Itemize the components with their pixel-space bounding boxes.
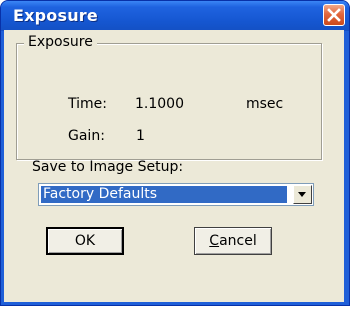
groupbox-legend: Exposure — [24, 34, 97, 50]
close-button[interactable] — [323, 4, 345, 26]
time-unit: msec — [246, 96, 284, 112]
chevron-down-icon — [298, 192, 306, 197]
cancel-mnemonic: C — [209, 233, 220, 249]
time-label: Time: — [68, 96, 107, 112]
title-bar[interactable]: Exposure — [1, 1, 349, 31]
close-icon — [327, 8, 341, 22]
dropdown-button[interactable] — [293, 185, 312, 204]
image-setup-select[interactable]: Factory Defaults — [38, 183, 314, 206]
gain-value: 1 — [136, 128, 145, 144]
ok-button[interactable]: OK — [46, 227, 124, 255]
time-value: 1.1000 — [135, 96, 184, 112]
save-setup-label: Save to Image Setup: — [32, 159, 184, 175]
cancel-button[interactable]: Cancel — [194, 227, 272, 255]
gain-label: Gain: — [68, 128, 105, 144]
cancel-label: ancel — [219, 233, 257, 249]
window-title: Exposure — [13, 6, 98, 25]
image-setup-selected-value: Factory Defaults — [41, 186, 287, 203]
